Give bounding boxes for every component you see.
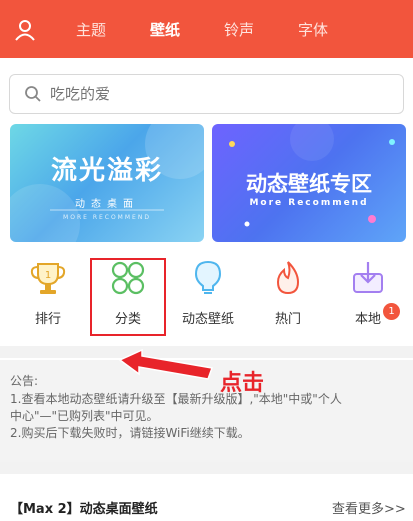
notice-line: 1.查看本地动态壁纸请升级至【最新升级版】,"本地"中或"个人 (10, 392, 342, 406)
category-label: 热门 (274, 312, 301, 327)
tab-wallpaper[interactable]: 壁纸 (150, 19, 180, 40)
annotation-click-label: 点击 (220, 371, 265, 396)
banner-dynamic-wallpaper[interactable]: 动态壁纸专区 More Recommend (212, 124, 406, 242)
flame-icon (276, 261, 300, 295)
top-nav-bar: 主题 壁纸 铃声 字体 (0, 0, 413, 58)
category-local[interactable]: 本地 (328, 258, 408, 334)
category-label: 动态壁纸 (181, 312, 234, 327)
search-bar[interactable] (9, 74, 404, 114)
download-box-icon (353, 262, 383, 293)
tab-theme[interactable]: 主题 (76, 19, 106, 40)
notification-badge: 1 (383, 303, 400, 320)
tab-ringtone[interactable]: 铃声 (224, 19, 254, 40)
banner-right-subtitle: More Recommend (249, 198, 369, 208)
category-dynamic-wallpaper[interactable]: 动态壁纸 (168, 258, 248, 334)
category-hot[interactable]: 热门 (248, 258, 328, 334)
tab-font[interactable]: 字体 (298, 19, 328, 40)
see-more-link[interactable]: 查看更多>> (332, 498, 406, 517)
highlight-box (90, 258, 166, 336)
trophy-icon: 1 (30, 263, 66, 294)
search-icon (25, 86, 41, 102)
banner-left-subtitle: 动态桌面 (75, 199, 139, 210)
banner-right-title: 动态壁纸专区 (246, 172, 372, 196)
banner-left-caption: MORE RECOMMEND (63, 214, 151, 221)
notice-line: 中心"—"已购列表"中可见。 (10, 409, 159, 423)
divider (0, 346, 413, 358)
category-ranking[interactable]: 1 排行 (8, 258, 88, 334)
bulb-icon (194, 260, 222, 294)
divider (0, 462, 413, 474)
category-label: 排行 (34, 312, 61, 327)
section-title: 【Max 2】动态桌面壁纸 (10, 502, 158, 517)
banner-liuguang[interactable]: 流光溢彩 动态桌面 MORE RECOMMEND (10, 124, 204, 242)
notice-line: 2.购买后下载失败时，请链接WiFi继续下载。 (10, 426, 250, 440)
user-icon[interactable] (12, 17, 38, 43)
banner-left-title: 流光溢彩 (50, 156, 163, 186)
svg-text:1: 1 (45, 270, 51, 281)
search-input[interactable] (50, 85, 370, 103)
app-root: 主题 壁纸 铃声 字体 流光溢彩 动态桌面 MORE RECOMMEND (0, 0, 413, 521)
notice-label: 公告: (10, 374, 39, 388)
